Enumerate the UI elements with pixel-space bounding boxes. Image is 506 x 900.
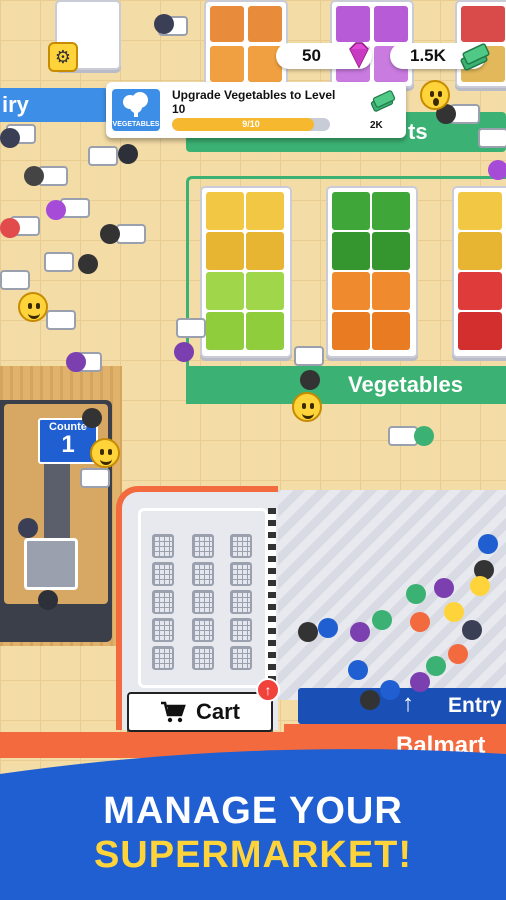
cash-value: 1.5K <box>410 46 446 65</box>
counter-number: 1 <box>61 431 75 458</box>
quest-icon-label: VEGETABLES <box>112 121 160 128</box>
happy-face-icon <box>18 292 48 322</box>
promo-banner: MANAGE YOUR SUPERMARKET! <box>0 749 506 900</box>
shopping-cart-icon <box>160 701 186 723</box>
up-arrow-icon: ↑ <box>264 682 272 698</box>
gems-value: 50 <box>302 46 321 65</box>
happy-face-icon <box>90 438 120 468</box>
gear-icon: ⚙ <box>54 46 72 67</box>
vegetables-quest-icon: VEGETABLES <box>112 89 160 131</box>
entry-sign-label: Entry <box>448 694 502 717</box>
vegetables-section-label: Vegetables <box>348 372 463 397</box>
shelf-top-veg-1[interactable] <box>204 0 288 88</box>
vegetables-shelf-2[interactable] <box>326 186 418 358</box>
surprised-face-icon <box>420 80 450 110</box>
dairy-section-sign: iry <box>0 88 108 122</box>
up-arrow-icon: ↑ <box>402 690 414 717</box>
cart-bay-stripe <box>268 508 276 688</box>
banner-wave <box>0 749 506 788</box>
banner-line2: SUPERMARKET! <box>93 834 413 876</box>
vegetables-section-sign: Vegetables <box>186 366 506 404</box>
counter-sign: Counte 1 <box>38 418 98 464</box>
vegetables-shelf-1[interactable] <box>200 186 292 358</box>
quest-reward-cash-icon <box>368 90 396 114</box>
dairy-section-label: iry <box>2 92 29 117</box>
entrance-floor <box>270 490 506 700</box>
fruits-section-label: ts <box>408 119 428 144</box>
banner-line1: MANAGE YOUR <box>103 790 403 832</box>
quest-card[interactable]: VEGETABLES Upgrade Vegetables to Level 1… <box>106 82 406 138</box>
cart-button[interactable]: Cart <box>127 692 273 732</box>
quest-reward: 2K <box>370 120 383 131</box>
happy-face-icon <box>292 392 322 422</box>
settings-button[interactable]: ⚙ <box>48 42 78 72</box>
quest-progress-text: 9/10 <box>242 119 260 129</box>
cash-stack-icon <box>458 40 492 72</box>
quest-progress-bar: 9/10 <box>172 118 330 131</box>
entry-sign: ↑ Entry <box>298 688 506 724</box>
shopping-carts[interactable] <box>150 534 260 684</box>
register-machine <box>24 538 78 590</box>
broccoli-icon <box>123 92 148 117</box>
cart-upgrade-badge[interactable]: ↑ <box>256 678 280 702</box>
quest-title: Upgrade Vegetables to Level 10 <box>172 88 336 116</box>
vegetables-shelf-3[interactable] <box>452 186 506 358</box>
cart-button-label: Cart <box>195 699 240 724</box>
gem-icon <box>344 40 374 70</box>
